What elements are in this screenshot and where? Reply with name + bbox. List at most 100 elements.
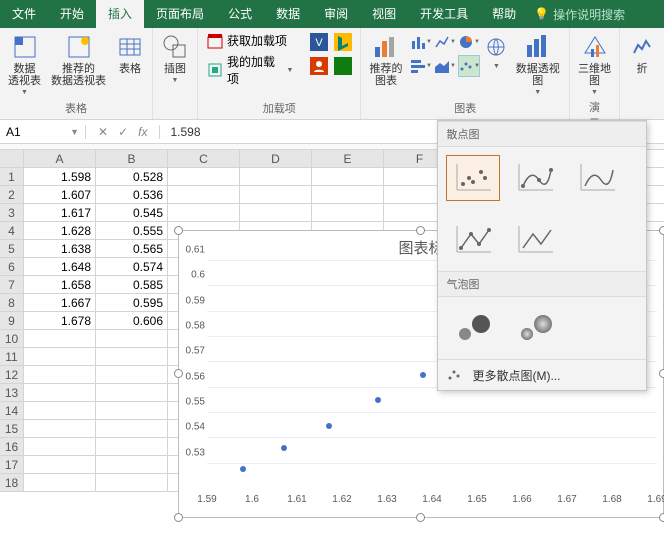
tab-dev[interactable]: 开发工具 (408, 0, 480, 28)
cell[interactable]: 0.528 (96, 168, 168, 185)
illustrations-button[interactable]: 插图 ▼ (159, 31, 191, 86)
cell[interactable] (96, 330, 168, 347)
cell[interactable]: 0.536 (96, 186, 168, 203)
cell[interactable] (96, 420, 168, 437)
name-box[interactable]: A1 ▼ (0, 125, 86, 139)
scatter-chart-button[interactable]: ▼ (458, 55, 480, 77)
tab-insert[interactable]: 插入 (96, 0, 144, 28)
cell[interactable]: 0.606 (96, 312, 168, 329)
cell[interactable] (240, 204, 312, 221)
row-header[interactable]: 3 (0, 204, 24, 221)
pivot-chart-button[interactable]: 数据透视图 ▼ (512, 31, 563, 98)
column-header[interactable]: C (168, 150, 240, 167)
resize-handle[interactable] (416, 513, 425, 522)
tab-review[interactable]: 审阅 (312, 0, 360, 28)
cell[interactable]: 0.545 (96, 204, 168, 221)
bubble-3d-option[interactable] (508, 305, 562, 351)
row-header[interactable]: 5 (0, 240, 24, 257)
get-addins-button[interactable]: 获取加载项 (204, 31, 296, 50)
cell[interactable]: 0.585 (96, 276, 168, 293)
maps-button[interactable]: ▼ (486, 31, 506, 72)
cell[interactable]: 0.595 (96, 294, 168, 311)
cell[interactable]: 0.555 (96, 222, 168, 239)
row-header[interactable]: 15 (0, 420, 24, 437)
cell[interactable]: 1.658 (24, 276, 96, 293)
scatter-smooth-lines-markers-option[interactable] (508, 155, 562, 201)
recommended-pivot-button[interactable]: 推荐的 数据透视表 (49, 31, 108, 89)
row-header[interactable]: 11 (0, 348, 24, 365)
tell-me-search[interactable]: 💡 操作说明搜索 (528, 6, 631, 23)
cell[interactable] (24, 456, 96, 473)
row-header[interactable]: 6 (0, 258, 24, 275)
bar-chart-button[interactable]: ▼ (410, 55, 432, 77)
row-header[interactable]: 2 (0, 186, 24, 203)
cell[interactable] (24, 348, 96, 365)
visio-button[interactable]: V (308, 31, 330, 53)
pivot-table-button[interactable]: 数据 透视表 ▼ (6, 31, 43, 98)
row-header[interactable]: 8 (0, 294, 24, 311)
cell[interactable] (24, 330, 96, 347)
cell[interactable] (24, 420, 96, 437)
tab-layout[interactable]: 页面布局 (144, 0, 216, 28)
row-header[interactable]: 16 (0, 438, 24, 455)
cell[interactable]: 0.565 (96, 240, 168, 257)
cell[interactable] (312, 204, 384, 221)
row-header[interactable]: 7 (0, 276, 24, 293)
data-point[interactable] (375, 397, 381, 403)
table-button[interactable]: 表格 (114, 31, 146, 77)
more-scatter-button[interactable]: 更多散点图(M)... (438, 359, 646, 390)
line-chart-button[interactable]: ▼ (434, 31, 456, 53)
resize-handle[interactable] (659, 513, 664, 522)
column-header[interactable]: D (240, 150, 312, 167)
scatter-straight-lines-option[interactable] (508, 217, 562, 263)
cell[interactable] (240, 168, 312, 185)
cell[interactable] (96, 474, 168, 491)
cell[interactable]: 1.607 (24, 186, 96, 203)
tab-home[interactable]: 开始 (48, 0, 96, 28)
bubble-option[interactable] (446, 305, 500, 351)
data-point[interactable] (281, 445, 287, 451)
cell[interactable] (96, 366, 168, 383)
resize-handle[interactable] (659, 226, 664, 235)
cell[interactable] (168, 204, 240, 221)
tab-formulas[interactable]: 公式 (216, 0, 264, 28)
column-header[interactable]: A (24, 150, 96, 167)
cell[interactable] (312, 168, 384, 185)
bing-maps-button[interactable] (332, 31, 354, 53)
area-chart-button[interactable]: ▼ (434, 55, 456, 77)
my-addins-button[interactable]: 我的加载项 ▼ (204, 52, 296, 88)
scatter-straight-lines-markers-option[interactable] (446, 217, 500, 263)
cell[interactable] (24, 474, 96, 491)
column-header[interactable]: E (312, 150, 384, 167)
data-point[interactable] (240, 466, 246, 472)
addin-4-button[interactable] (332, 55, 354, 77)
cell[interactable]: 1.678 (24, 312, 96, 329)
cell[interactable] (312, 186, 384, 203)
recommended-charts-button[interactable]: 推荐的 图表 (367, 31, 404, 89)
tab-view[interactable]: 视图 (360, 0, 408, 28)
cell[interactable] (240, 186, 312, 203)
row-header[interactable]: 9 (0, 312, 24, 329)
cancel-icon[interactable]: ✕ (98, 125, 108, 139)
scatter-smooth-lines-option[interactable] (570, 155, 624, 201)
people-graph-button[interactable] (308, 55, 330, 77)
column-chart-button[interactable]: ▼ (410, 31, 432, 53)
cell[interactable]: 1.667 (24, 294, 96, 311)
resize-handle[interactable] (174, 513, 183, 522)
row-header[interactable]: 1 (0, 168, 24, 185)
cell[interactable] (168, 168, 240, 185)
cell[interactable]: 1.628 (24, 222, 96, 239)
row-header[interactable]: 14 (0, 402, 24, 419)
formula-input[interactable]: 1.598 (160, 125, 210, 139)
select-all-corner[interactable] (0, 150, 24, 167)
cell[interactable]: 0.574 (96, 258, 168, 275)
cell[interactable]: 1.648 (24, 258, 96, 275)
scatter-markers-option[interactable] (446, 155, 500, 201)
pie-chart-button[interactable]: ▼ (458, 31, 480, 53)
cell[interactable] (24, 366, 96, 383)
cell[interactable] (24, 402, 96, 419)
resize-handle[interactable] (416, 226, 425, 235)
fx-icon[interactable]: fx (138, 125, 147, 139)
column-header[interactable]: B (96, 150, 168, 167)
row-header[interactable]: 4 (0, 222, 24, 239)
